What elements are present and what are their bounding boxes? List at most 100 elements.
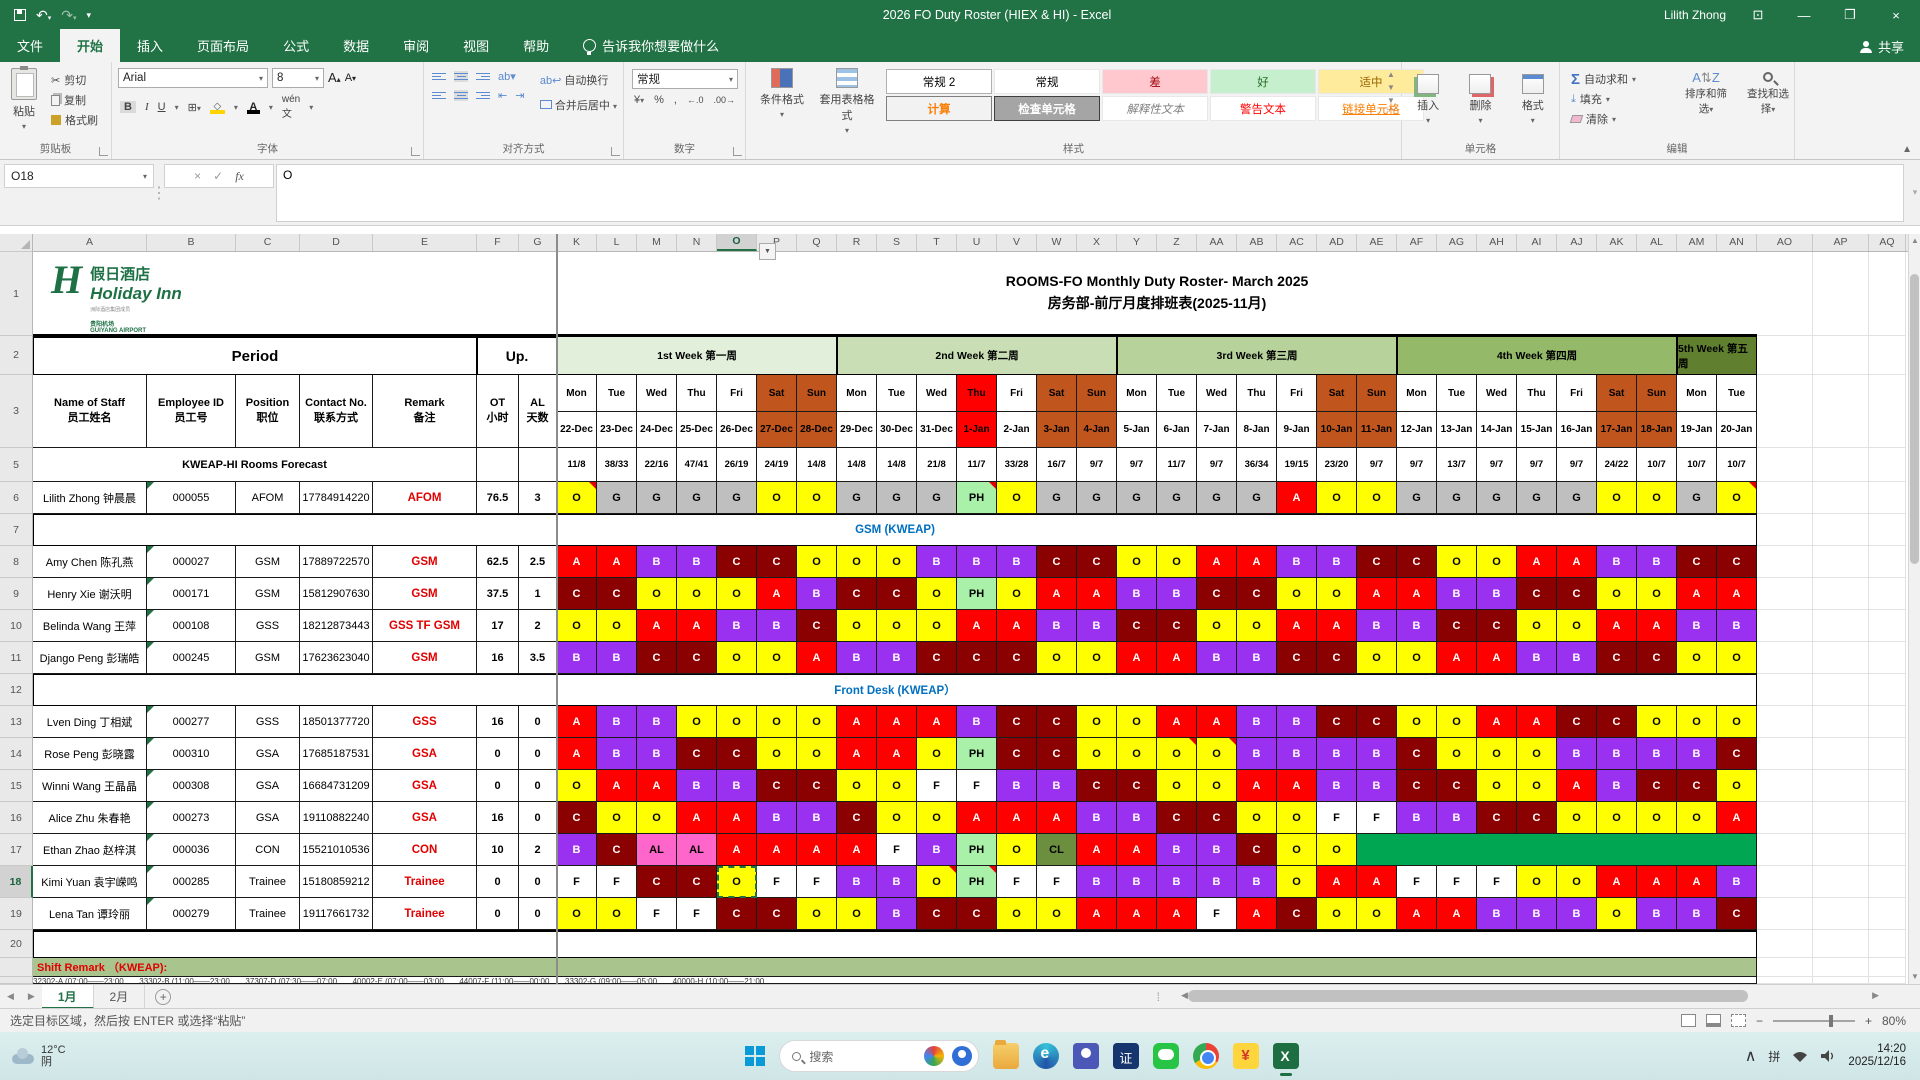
shift-cell-O[interactable]: O: [1277, 834, 1317, 866]
row-header-3[interactable]: 3: [0, 375, 33, 448]
shift-cell-O[interactable]: O: [837, 898, 877, 930]
shift-cell-O[interactable]: O: [1677, 802, 1717, 834]
shift-cell-B[interactable]: B: [1157, 866, 1197, 898]
column-header-AQ[interactable]: AQ: [1869, 234, 1906, 251]
start-button[interactable]: [745, 1046, 766, 1066]
empty-cell[interactable]: [1757, 898, 1813, 930]
employee-id[interactable]: 000108: [147, 610, 236, 642]
shift-cell-B[interactable]: B: [637, 546, 677, 578]
cell-style-chip[interactable]: 警告文本: [1210, 96, 1316, 121]
shift-cell-O[interactable]: O: [1437, 706, 1477, 738]
cell-style-chip[interactable]: 差: [1102, 69, 1208, 94]
shift-cell-B[interactable]: B: [1237, 642, 1277, 674]
volume-icon[interactable]: [1820, 1049, 1836, 1063]
horizontal-scrollbar[interactable]: ◀ ▶: [1174, 988, 1886, 1004]
column-header-U[interactable]: U: [957, 234, 997, 251]
gallery-down-icon[interactable]: ▼: [1387, 83, 1395, 92]
shift-cell-PH[interactable]: PH: [957, 578, 997, 610]
employee-name[interactable]: Lven Ding 丁相斌: [33, 706, 147, 738]
orientation-icon[interactable]: ab▾: [498, 70, 516, 83]
shift-cell-F[interactable]: F: [597, 866, 637, 898]
empty-cell[interactable]: [1813, 578, 1869, 610]
shift-cell-B[interactable]: B: [877, 898, 917, 930]
shift-cell-C[interactable]: C: [1597, 706, 1637, 738]
row-header-18[interactable]: 18: [0, 866, 33, 898]
shift-cell-C[interactable]: C: [957, 898, 997, 930]
shift-cell-G[interactable]: G: [1117, 482, 1157, 514]
shift-cell-O[interactable]: O: [1517, 738, 1557, 770]
select-all-corner[interactable]: [0, 234, 33, 252]
shift-cell-C[interactable]: C: [1317, 706, 1357, 738]
shift-cell-O[interactable]: O: [1597, 482, 1637, 514]
employee-position[interactable]: Trainee: [236, 898, 300, 930]
shift-cell-C[interactable]: C: [1477, 802, 1517, 834]
shift-cell-A[interactable]: A: [557, 706, 597, 738]
employee-contact[interactable]: 17623623040: [300, 642, 373, 674]
shift-cell-B[interactable]: B: [957, 706, 997, 738]
row-header-2[interactable]: 2: [0, 336, 33, 375]
employee-remark[interactable]: Trainee: [373, 898, 477, 930]
enter-icon[interactable]: ✓: [213, 169, 223, 183]
page-break-view-icon[interactable]: [1730, 1014, 1746, 1027]
shift-cell-A[interactable]: A: [1477, 706, 1517, 738]
shift-cell-C[interactable]: C: [1197, 802, 1237, 834]
shift-cell-F[interactable]: F: [1357, 802, 1397, 834]
shift-cell-B[interactable]: B: [1077, 866, 1117, 898]
ribbon-tab-数据[interactable]: 数据: [326, 29, 386, 62]
ribbon-tab-插入[interactable]: 插入: [120, 29, 180, 62]
shift-cell-A[interactable]: A: [1077, 834, 1117, 866]
shift-cell-O[interactable]: O: [877, 770, 917, 802]
horizontal-scroll-thumb[interactable]: [1188, 990, 1748, 1002]
shift-cell-B[interactable]: B: [1397, 802, 1437, 834]
employee-remark[interactable]: GSS TF GSM: [373, 610, 477, 642]
shift-cell-B[interactable]: B: [917, 834, 957, 866]
employee-remark[interactable]: GSM: [373, 546, 477, 578]
shift-cell-O[interactable]: O: [797, 482, 837, 514]
shift-cell-O[interactable]: O: [717, 866, 757, 898]
shift-cell-A[interactable]: A: [597, 770, 637, 802]
zoom-out-icon[interactable]: −: [1756, 1014, 1763, 1028]
employee-position[interactable]: GSA: [236, 738, 300, 770]
name-box[interactable]: O18 ▾: [4, 164, 154, 188]
ribbon-tab-开始[interactable]: 开始: [60, 29, 121, 62]
shift-cell-B[interactable]: B: [1317, 546, 1357, 578]
ime-indicator[interactable]: 拼: [1768, 1048, 1780, 1065]
shift-cell-B[interactable]: B: [1517, 642, 1557, 674]
shift-cell-O[interactable]: O: [1477, 546, 1517, 578]
shift-cell-C[interactable]: C: [797, 610, 837, 642]
shift-cell-C[interactable]: C: [917, 642, 957, 674]
empty-cell[interactable]: [1813, 958, 1869, 977]
normal-view-icon[interactable]: [1680, 1014, 1696, 1027]
shift-cell-C[interactable]: C: [597, 834, 637, 866]
shift-cell-B[interactable]: B: [717, 610, 757, 642]
column-header-AA[interactable]: AA: [1197, 234, 1237, 251]
shift-cell-O[interactable]: O: [1277, 866, 1317, 898]
shift-cell-C[interactable]: C: [757, 546, 797, 578]
shift-cell-O[interactable]: O: [1037, 642, 1077, 674]
taskbar-icon-teams[interactable]: [1073, 1043, 1100, 1069]
employee-remark[interactable]: CON: [373, 834, 477, 866]
row-header-13[interactable]: 13: [0, 706, 33, 738]
shift-cell-O[interactable]: O: [1077, 738, 1117, 770]
employee-position[interactable]: AFOM: [236, 482, 300, 514]
shift-cell-O[interactable]: O: [1637, 578, 1677, 610]
shift-cell-O[interactable]: O: [1637, 802, 1677, 834]
shift-cell-O[interactable]: O: [557, 482, 597, 514]
percent-icon[interactable]: %: [654, 94, 664, 106]
font-color-icon[interactable]: A: [246, 101, 260, 114]
employee-name[interactable]: Belinda Wang 王萍: [33, 610, 147, 642]
empty-cell[interactable]: [1757, 375, 1813, 448]
shift-cell-O[interactable]: O: [837, 610, 877, 642]
shift-cell-A[interactable]: A: [1677, 578, 1717, 610]
shift-cell-A[interactable]: A: [637, 610, 677, 642]
shift-cell-O[interactable]: O: [1317, 898, 1357, 930]
tray-expand-icon[interactable]: ∧: [1745, 1046, 1757, 1066]
employee-remark[interactable]: GSM: [373, 642, 477, 674]
employee-name[interactable]: Django Peng 彭瑞皓: [33, 642, 147, 674]
shift-cell-C[interactable]: C: [557, 802, 597, 834]
shift-cell-B[interactable]: B: [1197, 834, 1237, 866]
shift-cell-B[interactable]: B: [1437, 578, 1477, 610]
empty-cell[interactable]: [1757, 336, 1813, 375]
shift-cell-B[interactable]: B: [1677, 610, 1717, 642]
shift-cell-A[interactable]: A: [557, 738, 597, 770]
